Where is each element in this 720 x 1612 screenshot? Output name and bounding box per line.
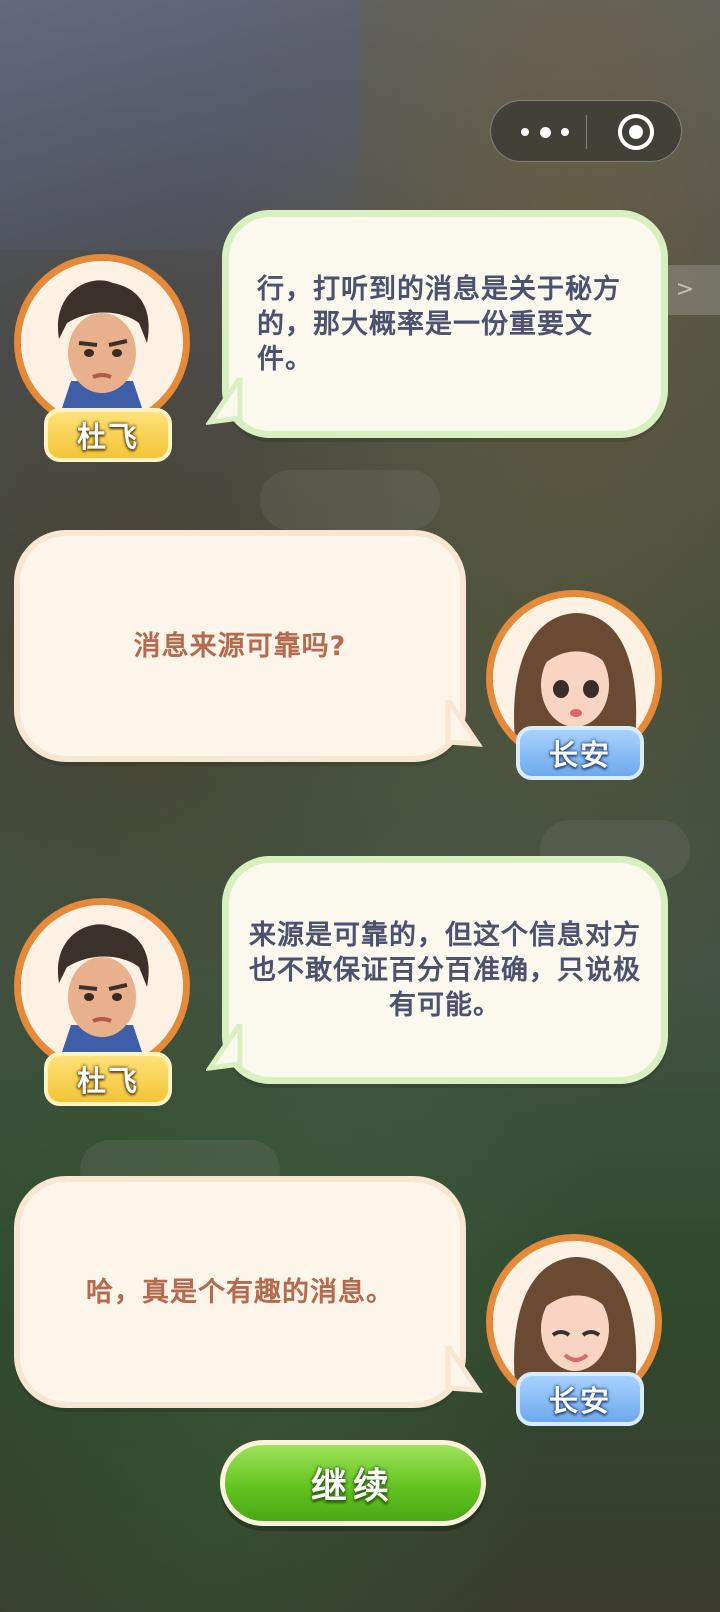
dialogue-text: 来源是可靠的，但这个信息对方也不敢保证百分百准确，只说极有可能。 <box>249 919 641 1021</box>
avatar-dufei <box>14 898 190 1074</box>
dialogue-text: 哈，真是个有趣的消息。 <box>86 1276 394 1308</box>
miniprogram-capsule <box>490 100 682 162</box>
speaker-nameplate: 杜飞 <box>44 408 172 462</box>
dialogue-bubble: 行，打听到的消息是关于秘方的，那大概率是一份重要文件。 <box>222 210 668 438</box>
bubble-tail <box>445 700 483 747</box>
dialogue-bubble: 来源是可靠的，但这个信息对方也不敢保证百分百准确，只说极有可能。 <box>222 856 668 1084</box>
more-icon[interactable] <box>521 118 569 146</box>
speaker-nameplate: 长安 <box>516 1372 644 1426</box>
avatar-dufei <box>14 254 190 430</box>
capsule-divider <box>586 115 587 149</box>
dialogue-text: 行，打听到的消息是关于秘方的，那大概率是一份重要文件。 <box>257 273 621 375</box>
continue-button[interactable]: 继续 <box>220 1440 486 1526</box>
bubble-tail <box>445 1346 483 1393</box>
dialogue-text: 消息来源可靠吗? <box>133 630 347 662</box>
speaker-nameplate: 长安 <box>516 726 644 780</box>
background-stone <box>260 470 440 530</box>
bubble-tail <box>206 378 243 426</box>
target-icon[interactable] <box>618 114 654 150</box>
dialogue-bubble: 哈，真是个有趣的消息。 <box>14 1176 466 1408</box>
bubble-tail <box>206 1024 243 1072</box>
dialogue-bubble: 消息来源可靠吗? <box>14 530 466 762</box>
speaker-nameplate: 杜飞 <box>44 1052 172 1106</box>
